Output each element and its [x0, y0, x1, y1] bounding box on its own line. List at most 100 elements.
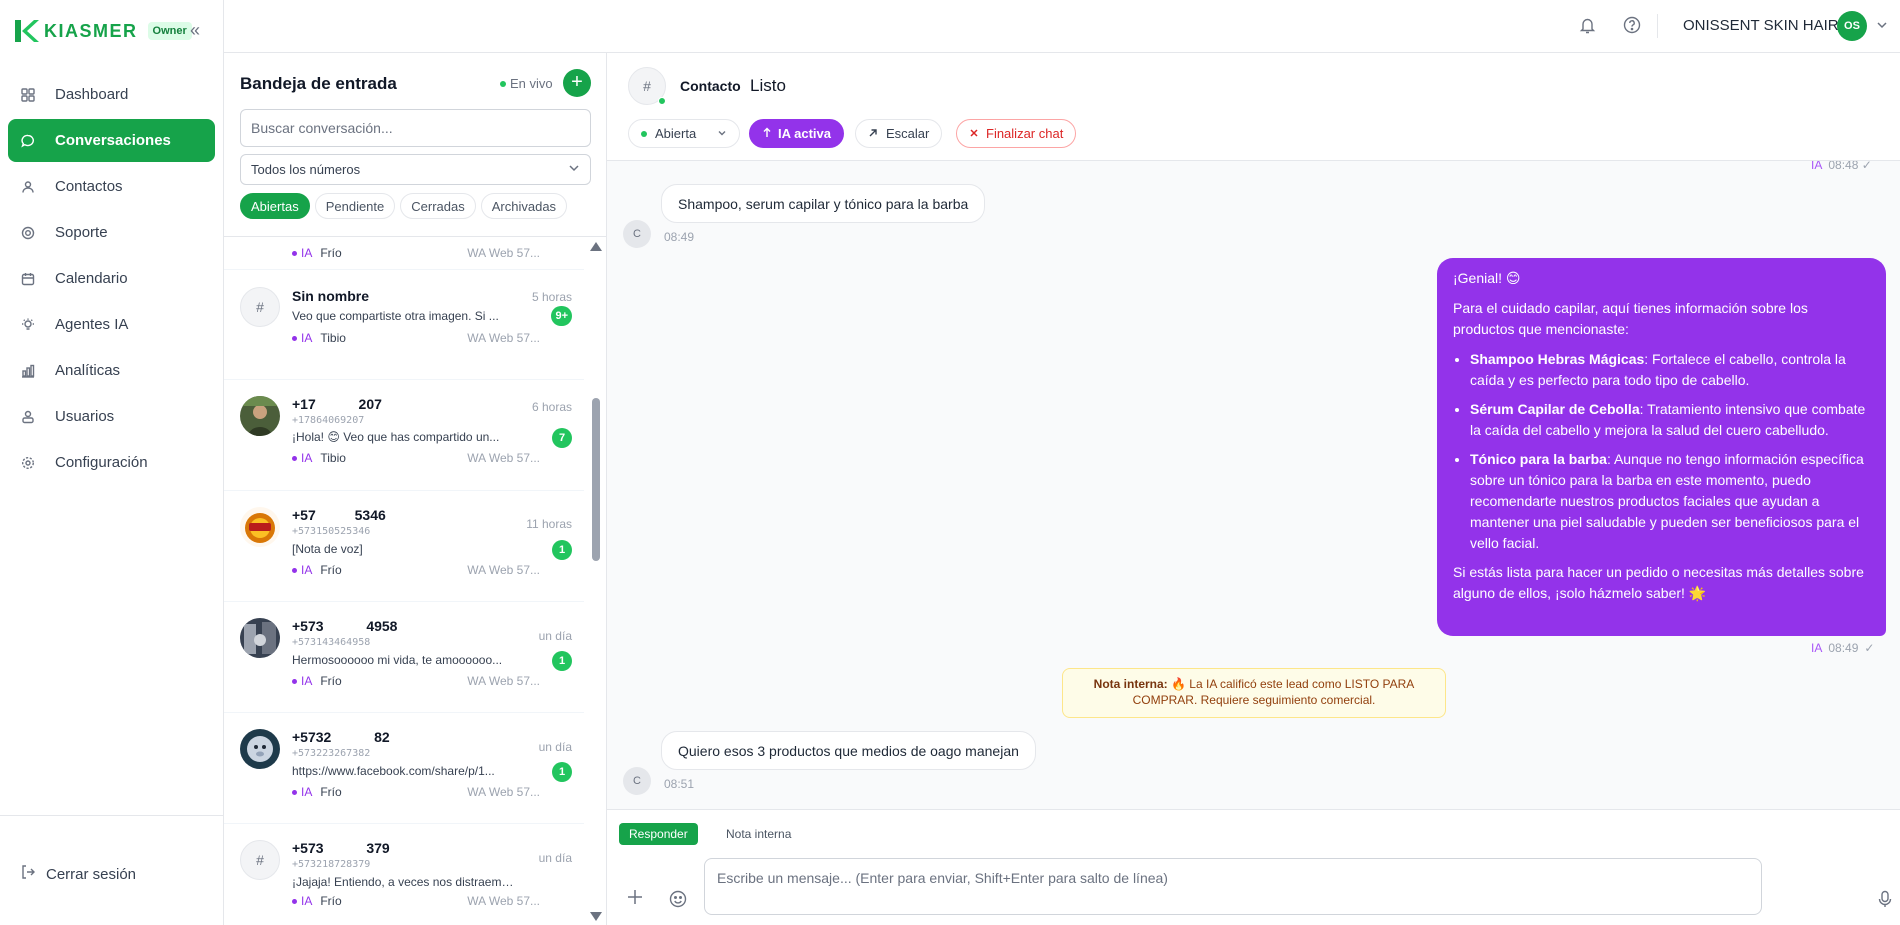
organization-name[interactable]: ONISSENT SKIN HAIR: [1683, 17, 1839, 34]
close-icon: [969, 126, 979, 141]
message-time: 08:48: [1828, 161, 1859, 172]
sidebar-item-conversaciones[interactable]: Conversaciones: [8, 119, 215, 162]
ia-tag: IA: [301, 674, 313, 688]
conversation-time: 11 horas: [526, 517, 572, 531]
product-item: Sérum Capilar de Cebolla: Tratamiento in…: [1470, 399, 1870, 441]
ia-dot: [292, 678, 297, 684]
sidebar-item-contactos[interactable]: Contactos: [8, 165, 215, 208]
sidebar-item-calendario[interactable]: Calendario: [8, 257, 215, 300]
unread-badge: 9+: [551, 306, 572, 326]
conversation-meta: IA Frío: [292, 785, 342, 799]
sidebar-item-dashboard[interactable]: Dashboard: [8, 73, 215, 116]
users-icon: [20, 409, 36, 425]
new-conversation-button[interactable]: +: [563, 69, 591, 97]
message-composer: Responder Nota interna: [607, 809, 1900, 925]
filter-abiertas[interactable]: Abiertas: [240, 193, 310, 219]
message-input[interactable]: [704, 858, 1762, 915]
sidebar-footer: Cerrar sesión: [0, 815, 224, 925]
conversation-item[interactable]: +5732 82 un día +573223267382 https://ww…: [224, 713, 584, 824]
escalate-button[interactable]: Escalar: [855, 119, 943, 148]
conversation-item[interactable]: # Sin nombre 5 horas Veo que compartiste…: [224, 270, 584, 380]
logout-button[interactable]: Cerrar sesión: [20, 864, 136, 884]
contact-avatar: [240, 729, 280, 769]
unread-badge: 7: [552, 428, 572, 448]
sidebar-item-agentes-ia[interactable]: Agentes IA: [8, 303, 215, 346]
scroll-down-arrow[interactable]: [590, 912, 602, 921]
ia-tag: IA: [1811, 161, 1823, 172]
contact-avatar: [240, 618, 280, 658]
unread-badge: 1: [552, 651, 572, 671]
tab-reply[interactable]: Responder: [619, 823, 698, 845]
sidebar-item-soporte[interactable]: Soporte: [8, 211, 215, 254]
conversation-time: un día: [538, 851, 572, 865]
status-filters: Abiertas Pendiente Cerradas Archivadas: [240, 193, 572, 219]
ia-tag: IA: [1811, 641, 1823, 655]
contact-name: Listo: [750, 76, 786, 95]
lifebuoy-icon: [20, 225, 36, 241]
conversation-item[interactable]: +57 5346 11 horas +573150525346 [Nota de…: [224, 491, 584, 602]
conversation-time: un día: [538, 740, 572, 754]
conversation-source: WA Web 57...: [467, 246, 540, 260]
sidebar-item-configuracion[interactable]: Configuración: [8, 441, 215, 484]
bar-chart-icon: [20, 363, 36, 379]
sidebar-item-label: Calendario: [55, 270, 128, 287]
sidebar-item-label: Soporte: [55, 224, 108, 241]
conversation-item[interactable]: +17 207 6 horas +17864069207 ¡Hola! 😊 Ve…: [224, 380, 584, 491]
sender-avatar: C: [623, 767, 651, 795]
chat-panel: # Contacto Listo Abierta IA activa Escal…: [607, 53, 1900, 925]
ia-tag: IA: [301, 785, 313, 799]
brand[interactable]: KIASMER Owner: [12, 18, 192, 44]
contact-avatar: [240, 396, 280, 436]
gear-icon: [20, 455, 36, 471]
attach-plus-icon[interactable]: [626, 888, 644, 912]
lead-temperature: Frío: [320, 894, 342, 908]
conversation-name: Sin nombre: [292, 288, 370, 304]
message-time: 08:49: [1828, 641, 1859, 655]
inbox-panel: Bandeja de entrada En vivo + Todos los n…: [224, 53, 607, 925]
filter-pendiente[interactable]: Pendiente: [314, 193, 396, 219]
conversation-phone: +573150525346: [292, 526, 371, 537]
conversation-list[interactable]: IA Frío WA Web 57... # Sin nombre 5 horas…: [224, 236, 606, 925]
hash-avatar: #: [240, 840, 280, 880]
collapse-sidebar-icon[interactable]: «: [190, 21, 210, 41]
role-badge: Owner: [147, 22, 192, 40]
conversation-phone: +573223267382: [292, 748, 371, 759]
conversation-state-select[interactable]: Abierta: [628, 119, 740, 148]
sidebar-item-usuarios[interactable]: Usuarios: [8, 395, 215, 438]
conversation-item[interactable]: +573 4958 un día +573143464958 Hermosooo…: [224, 602, 584, 713]
sidebar-item-label: Analíticas: [55, 362, 121, 379]
chevron-down-icon[interactable]: [1876, 18, 1888, 36]
conversation-item[interactable]: # +573 379 un día +573218728379 ¡Jajaja!…: [224, 824, 584, 925]
numbers-select[interactable]: Todos los números: [240, 154, 591, 185]
conversation-phone: +573218728379: [292, 859, 371, 870]
conversation-meta: IA Tibio: [292, 451, 346, 465]
message-thread[interactable]: IA 08:48 ✓ Shampoo, serum capilar y tónic…: [607, 161, 1900, 863]
ia-active-button[interactable]: IA activa: [749, 119, 844, 148]
search-conversation-input[interactable]: [240, 109, 591, 147]
conversation-source: WA Web 57...: [467, 331, 540, 345]
conversation-source: WA Web 57...: [467, 785, 540, 799]
lightbulb-icon: [20, 317, 36, 333]
emoji-icon[interactable]: [669, 890, 687, 913]
live-label: En vivo: [510, 76, 553, 91]
lead-temperature: Frío: [320, 563, 342, 577]
conversation-name: +573 379: [292, 840, 390, 856]
end-chat-button[interactable]: Finalizar chat: [956, 119, 1077, 148]
help-icon[interactable]: [1623, 16, 1641, 39]
scroll-up-arrow[interactable]: [590, 242, 602, 251]
logout-icon: [20, 864, 36, 884]
sidebar-item-analiticas[interactable]: Analíticas: [8, 349, 215, 392]
user-avatar[interactable]: OS: [1837, 11, 1867, 41]
filter-archivadas[interactable]: Archivadas: [480, 193, 568, 219]
filter-cerradas[interactable]: Cerradas: [400, 193, 476, 219]
sidebar-item-label: Contactos: [55, 178, 123, 195]
calendar-icon: [20, 271, 36, 287]
escalate-label: Escalar: [886, 126, 930, 141]
microphone-icon[interactable]: [1877, 890, 1893, 913]
message-meta: IA 08:48 ✓: [1811, 161, 1872, 172]
bell-icon[interactable]: [1579, 16, 1596, 39]
scrollbar-thumb[interactable]: [592, 398, 600, 561]
conversation-item[interactable]: IA Frío WA Web 57...: [224, 237, 584, 270]
unread-badge: 1: [552, 540, 572, 560]
tab-internal-note[interactable]: Nota interna: [726, 827, 791, 841]
